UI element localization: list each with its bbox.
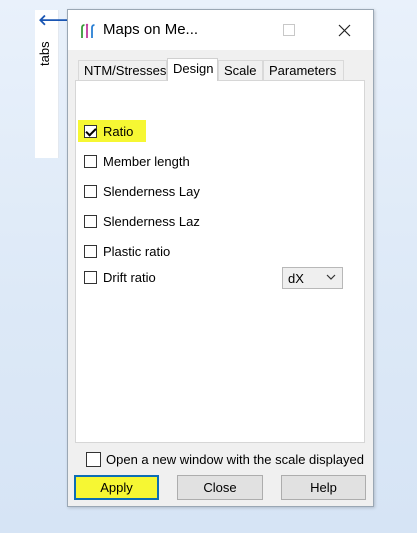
maximize-icon xyxy=(283,24,295,36)
maps-dialog: Maps on Me... NTM/Stresses Design Scale … xyxy=(67,9,374,507)
option-slenderness-lay[interactable]: Slenderness Lay xyxy=(84,181,200,201)
tab-parameters[interactable]: Parameters xyxy=(263,60,344,80)
option-drift-ratio[interactable]: Drift ratio xyxy=(84,267,156,287)
tab-design[interactable]: Design xyxy=(167,58,218,81)
plastic-ratio-label: Plastic ratio xyxy=(103,243,171,259)
option-plastic-ratio[interactable]: Plastic ratio xyxy=(84,241,170,261)
ratio-checkbox[interactable] xyxy=(84,124,97,138)
app-icon xyxy=(81,23,95,38)
slenderness-lay-checkbox[interactable] xyxy=(84,184,97,198)
slenderness-lay-label: Slenderness Lay xyxy=(103,183,200,199)
chevron-down-icon xyxy=(326,270,336,287)
side-tabs-panel[interactable]: 🡐 tabs xyxy=(35,10,78,158)
option-new-window-scale[interactable]: Open a new window with the scale display… xyxy=(86,449,364,469)
close-button[interactable]: Close xyxy=(177,475,263,500)
apply-button[interactable]: Apply xyxy=(74,475,159,500)
help-button[interactable]: Help xyxy=(281,475,366,500)
member-length-label: Member length xyxy=(103,153,190,169)
title-bar: Maps on Me... xyxy=(68,10,373,50)
maximize-button[interactable] xyxy=(275,18,303,42)
new-window-checkbox[interactable] xyxy=(86,451,101,467)
back-arrow-icon[interactable]: 🡐 xyxy=(38,13,78,28)
slenderness-laz-checkbox[interactable] xyxy=(84,214,97,228)
option-ratio[interactable]: Ratio xyxy=(78,120,146,142)
ratio-label: Ratio xyxy=(103,123,134,139)
option-slenderness-laz[interactable]: Slenderness Laz xyxy=(84,211,200,231)
option-member-length[interactable]: Member length xyxy=(84,151,190,171)
slenderness-laz-label: Slenderness Laz xyxy=(103,213,200,229)
drift-direction-select[interactable]: dX xyxy=(282,267,343,289)
minimize-icon xyxy=(249,29,259,31)
drift-direction-value: dX xyxy=(288,271,304,286)
close-window-button[interactable] xyxy=(330,18,358,42)
window-title: Maps on Me... xyxy=(103,21,199,38)
drift-ratio-checkbox[interactable] xyxy=(84,270,97,284)
design-panel: Ratio Member length Slenderness Lay Slen… xyxy=(75,80,365,443)
member-length-checkbox[interactable] xyxy=(84,154,97,168)
minimize-button[interactable] xyxy=(240,18,268,42)
new-window-label: Open a new window with the scale display… xyxy=(106,451,364,467)
side-tabs-label: tabs xyxy=(37,41,52,67)
plastic-ratio-checkbox[interactable] xyxy=(84,244,97,258)
tab-ntm-stresses[interactable]: NTM/Stresses xyxy=(78,60,167,80)
drift-ratio-label: Drift ratio xyxy=(103,269,156,285)
tab-scale[interactable]: Scale xyxy=(218,60,263,80)
close-icon xyxy=(338,24,350,37)
